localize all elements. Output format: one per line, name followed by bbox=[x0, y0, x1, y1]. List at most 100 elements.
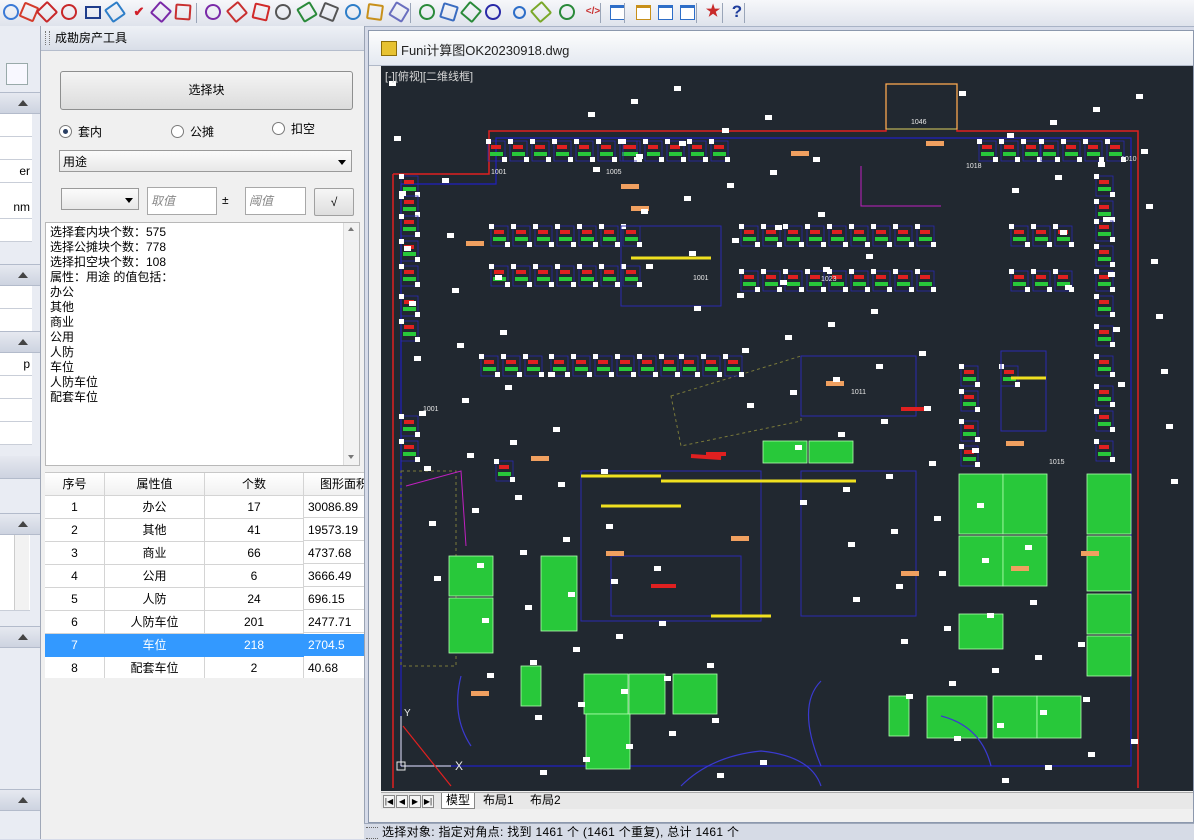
cut-icon[interactable] bbox=[271, 0, 295, 24]
drawing-window: Funi计算图OK20230918.dwg 1046 1011 1001 1001 10… bbox=[368, 30, 1194, 823]
table-row[interactable]: 6 人防车位 201 2477.71 bbox=[45, 611, 364, 634]
collapse-section-header[interactable] bbox=[0, 626, 40, 648]
property-row[interactable] bbox=[0, 309, 32, 332]
property-row[interactable] bbox=[0, 399, 32, 422]
table-row[interactable]: 8 配套车位 2 40.68 bbox=[45, 657, 364, 678]
scroll-down-icon[interactable] bbox=[348, 455, 354, 459]
drawing-canvas[interactable]: 1046 1011 1001 1001 1015 1010 1018 1005 1001 1023… bbox=[381, 66, 1193, 791]
prev-layout-icon[interactable]: ◀ bbox=[396, 795, 408, 808]
radio-dot-icon[interactable] bbox=[272, 122, 285, 135]
drag-grip-icon[interactable] bbox=[366, 827, 378, 839]
property-row[interactable] bbox=[0, 219, 32, 242]
scrollbar[interactable] bbox=[14, 535, 29, 610]
scroll-up-icon[interactable] bbox=[348, 227, 354, 231]
property-row[interactable] bbox=[0, 137, 32, 160]
cad-tool-icon[interactable] bbox=[365, 2, 385, 22]
property-row[interactable] bbox=[0, 376, 32, 399]
property-row[interactable]: nm bbox=[0, 196, 32, 219]
apply-button[interactable]: √ bbox=[314, 188, 354, 216]
cad-tool-icon[interactable] bbox=[149, 0, 173, 24]
section-header[interactable] bbox=[0, 456, 40, 479]
info-textarea[interactable]: 选择套内块个数：575 选择公摊块个数：778 选择扣空块个数：108 属性：用… bbox=[45, 222, 360, 466]
view-label[interactable]: [-][俯视][二维线框] bbox=[385, 68, 473, 84]
radio-dot-icon[interactable] bbox=[171, 125, 184, 138]
column-mark bbox=[887, 287, 892, 292]
radio-shared[interactable]: 公摊 bbox=[171, 123, 214, 140]
cad-tool-icon[interactable] bbox=[557, 2, 577, 22]
panel-title-bar[interactable]: 成勘房产工具 bbox=[41, 26, 364, 51]
cad-tool-icon[interactable] bbox=[439, 2, 459, 22]
next-layout-icon[interactable]: ▶ bbox=[409, 795, 421, 808]
property-row[interactable] bbox=[0, 286, 32, 309]
property-row[interactable] bbox=[0, 114, 32, 137]
collapse-icon[interactable] bbox=[18, 272, 28, 278]
cad-tool-icon[interactable] bbox=[103, 0, 127, 24]
last-layout-icon[interactable]: ▶| bbox=[422, 795, 434, 808]
column-header[interactable]: 图形面积 bbox=[304, 473, 364, 496]
cad-tool-icon[interactable] bbox=[202, 1, 224, 23]
cad-tool-icon[interactable] bbox=[484, 3, 502, 21]
property-row[interactable]: p bbox=[0, 353, 32, 376]
tab-layout1[interactable]: 布局1 bbox=[479, 793, 518, 808]
collapse-section-header[interactable] bbox=[0, 92, 40, 114]
collapse-icon[interactable] bbox=[18, 100, 28, 106]
vertical-scrollbar[interactable] bbox=[343, 223, 359, 465]
window-icon[interactable] bbox=[634, 3, 652, 21]
collapse-section-header[interactable] bbox=[0, 513, 40, 535]
table-row[interactable]: 5 人防 24 696.15 bbox=[45, 588, 364, 611]
collapse-section-header[interactable] bbox=[0, 789, 40, 811]
panel-tool-button[interactable] bbox=[6, 63, 28, 85]
table-row[interactable]: 4 公用 6 3666.49 bbox=[45, 565, 364, 588]
cad-tool-icon[interactable] bbox=[59, 2, 79, 22]
attribute-select[interactable]: 用途 bbox=[59, 150, 352, 172]
cad-tool-icon[interactable] bbox=[225, 0, 249, 24]
property-row[interactable] bbox=[0, 422, 32, 445]
collapse-icon[interactable] bbox=[18, 521, 28, 527]
collapse-icon[interactable] bbox=[18, 634, 28, 640]
cad-tool-icon[interactable] bbox=[388, 1, 410, 23]
dimension-icon[interactable] bbox=[318, 1, 340, 23]
column-header[interactable]: 序号 bbox=[45, 473, 105, 496]
table-row[interactable]: 3 商业 66 4737.68 bbox=[45, 542, 364, 565]
collapse-section-header[interactable] bbox=[0, 331, 40, 353]
table-row[interactable]: 1 办公 17 30086.89 bbox=[45, 496, 364, 519]
column-header[interactable]: 个数 bbox=[205, 473, 304, 496]
table-row[interactable]: 7 车位 218 2704.5 bbox=[45, 634, 364, 657]
tab-model[interactable]: 模型 bbox=[441, 793, 476, 809]
column-mark bbox=[472, 508, 479, 513]
collapse-icon[interactable] bbox=[18, 339, 28, 345]
parking-marker bbox=[788, 230, 798, 234]
operator-select[interactable] bbox=[61, 188, 139, 210]
tab-layout2[interactable]: 布局2 bbox=[526, 793, 565, 808]
cad-tool-icon[interactable] bbox=[2, 3, 20, 21]
cad-tool-icon[interactable] bbox=[174, 3, 192, 21]
rectangle-icon[interactable] bbox=[84, 3, 102, 21]
cad-tool-icon[interactable] bbox=[529, 0, 553, 24]
cad-tool-icon[interactable] bbox=[296, 1, 318, 23]
radio-deduct[interactable]: 扣空 bbox=[272, 120, 315, 137]
drawing-title-bar[interactable]: Funi计算图OK20230918.dwg bbox=[369, 31, 1193, 66]
value-input[interactable]: 取值 bbox=[147, 187, 217, 215]
property-row[interactable]: er bbox=[0, 160, 32, 183]
pin-icon[interactable] bbox=[251, 2, 271, 22]
column-header[interactable]: 属性值 bbox=[105, 473, 205, 496]
cad-tool-icon[interactable] bbox=[35, 0, 59, 24]
cad-tool-icon[interactable] bbox=[341, 0, 365, 24]
window-icon[interactable] bbox=[656, 3, 674, 21]
collapse-section-header[interactable] bbox=[0, 264, 40, 286]
collapse-icon[interactable] bbox=[18, 797, 28, 803]
radio-dot-icon[interactable] bbox=[59, 125, 72, 138]
first-layout-icon[interactable]: |◀ bbox=[383, 795, 395, 808]
threshold-input[interactable]: 阈值 bbox=[245, 187, 306, 215]
star-icon[interactable]: ★ bbox=[704, 3, 722, 21]
drag-grip-icon[interactable] bbox=[45, 31, 50, 45]
check-mark-icon[interactable]: ✔ bbox=[130, 3, 148, 21]
zoom-icon[interactable] bbox=[510, 3, 528, 21]
select-block-button[interactable]: 选择块 bbox=[60, 71, 353, 110]
resize-icon[interactable] bbox=[415, 0, 439, 24]
refresh-icon[interactable] bbox=[459, 0, 483, 24]
radio-inner[interactable]: 套内 bbox=[59, 123, 102, 140]
table-row[interactable]: 2 其他 41 19573.19 bbox=[45, 519, 364, 542]
cad-drawing[interactable]: 1046 1011 1001 1001 1015 1010 1018 1005 1001 1023… bbox=[381, 66, 1193, 791]
window-icon[interactable] bbox=[678, 3, 696, 21]
